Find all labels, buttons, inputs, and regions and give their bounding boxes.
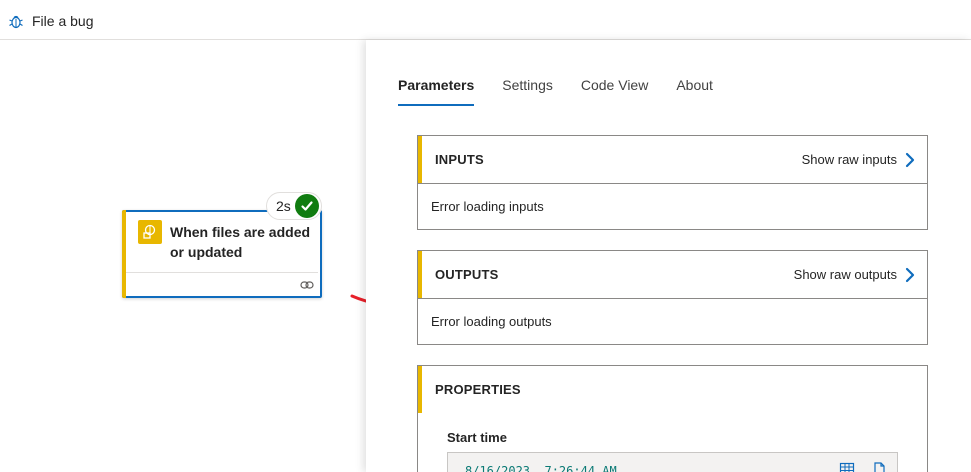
show-raw-outputs-button[interactable]: Show raw outputs [794, 267, 915, 283]
outputs-header: OUTPUTS Show raw outputs [418, 251, 927, 298]
tab-parameters[interactable]: Parameters [398, 75, 475, 106]
top-toolbar: File a bug [0, 0, 971, 40]
trigger-title: When files are added or updated [170, 224, 311, 260]
outputs-title: OUTPUTS [435, 267, 499, 282]
copy-icon[interactable] [871, 461, 887, 472]
inputs-title: INPUTS [435, 152, 484, 167]
link-icon[interactable] [300, 278, 314, 292]
tab-settings[interactable]: Settings [502, 75, 553, 106]
trigger-card[interactable]: When files are added or updated [122, 210, 322, 298]
tab-code-view[interactable]: Code View [581, 75, 648, 106]
start-time-field[interactable]: 8/16/2023, 7:26:44 AM [447, 452, 898, 472]
properties-header: PROPERTIES [418, 366, 927, 413]
trigger-footer-divider [126, 272, 318, 273]
start-time-label: Start time [447, 430, 507, 445]
file-a-bug-button[interactable]: File a bug [8, 11, 93, 31]
sharepoint-icon [138, 220, 162, 244]
bug-icon [9, 15, 23, 29]
tab-about[interactable]: About [676, 75, 713, 106]
show-raw-inputs-button[interactable]: Show raw inputs [802, 152, 915, 168]
details-panel: Parameters Settings Code View About INPU… [366, 40, 971, 472]
duration-text: 2s [276, 198, 291, 214]
show-raw-inputs-label: Show raw inputs [801, 152, 897, 167]
inputs-section: INPUTS Show raw inputs Error loading inp… [417, 135, 928, 230]
chevron-right-icon [905, 152, 915, 167]
outputs-section: OUTPUTS Show raw outputs Error loading o… [417, 250, 928, 345]
run-duration-badge: 2s [266, 192, 322, 220]
file-a-bug-label: File a bug [32, 13, 94, 29]
properties-section: PROPERTIES Start time 8/16/2023, 7:26:44… [417, 365, 928, 472]
properties-title: PROPERTIES [435, 382, 521, 397]
start-time-value: 8/16/2023, 7:26:44 AM [465, 464, 617, 472]
panel-tabs: Parameters Settings Code View About [398, 75, 741, 106]
success-check-icon [294, 194, 319, 218]
outputs-error-message: Error loading outputs [418, 298, 927, 344]
format-table-icon[interactable] [839, 461, 855, 472]
inputs-header: INPUTS Show raw inputs [418, 136, 927, 183]
inputs-error-message: Error loading inputs [418, 183, 927, 229]
chevron-right-icon [905, 267, 915, 282]
show-raw-outputs-label: Show raw outputs [793, 267, 897, 282]
